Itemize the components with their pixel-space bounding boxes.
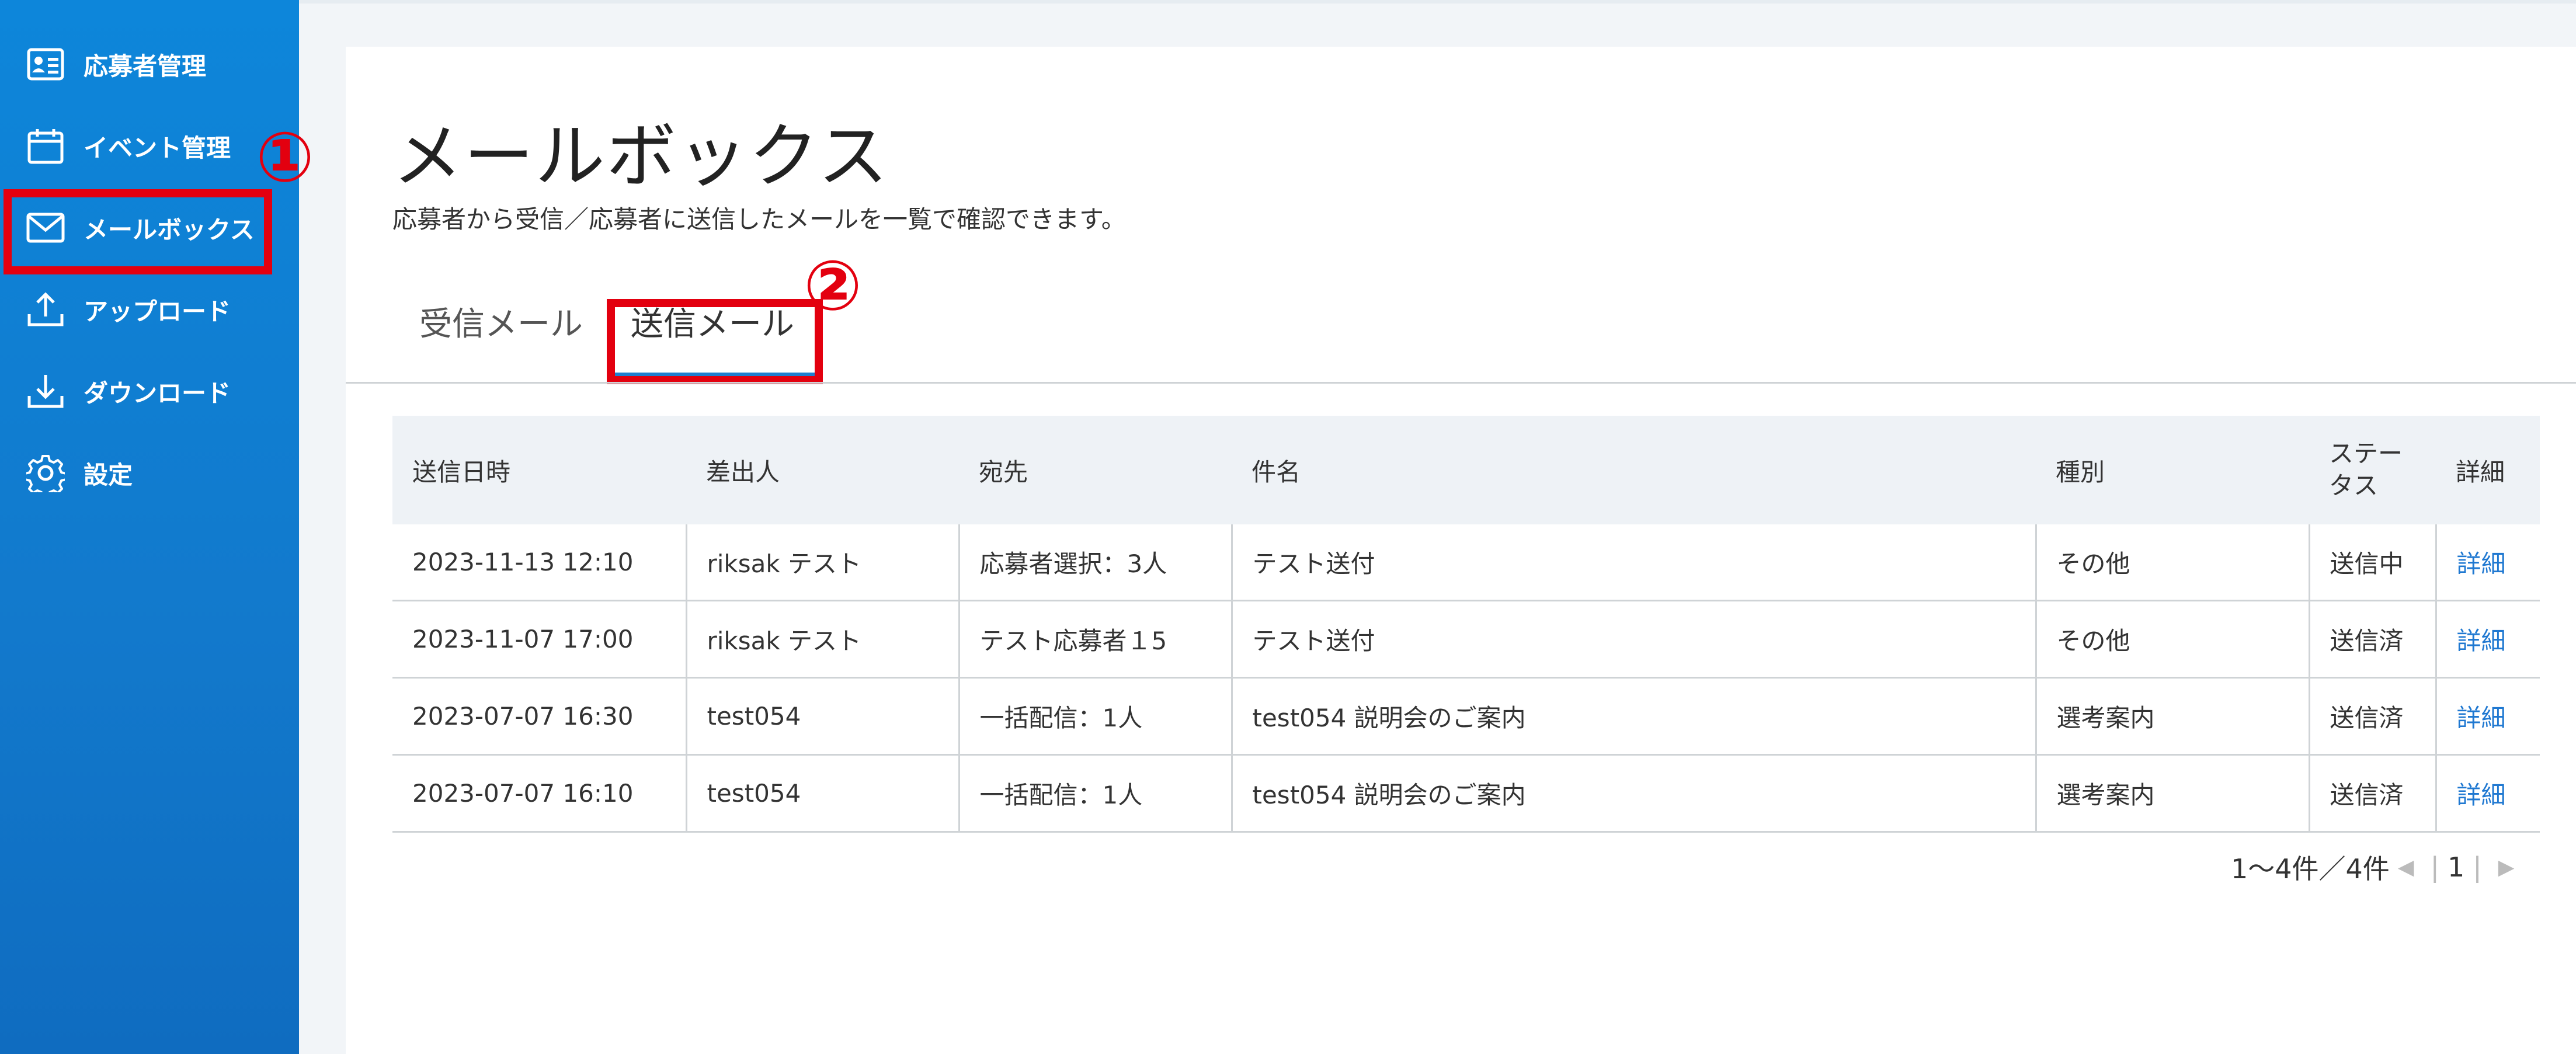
table-row[interactable]: 2023-11-13 12:10 riksak テスト 応募者選択：3人 テスト… bbox=[392, 524, 2540, 601]
cell-subject: テスト送付 bbox=[1232, 600, 2037, 679]
sidebar-item-label: アップロード bbox=[84, 297, 231, 326]
cell-subject: test054 説明会のご案内 bbox=[1232, 677, 2037, 756]
top-bar bbox=[299, 0, 2576, 4]
table-row[interactable]: 2023-11-07 17:00 riksak テスト テスト応募者１5 テスト… bbox=[392, 600, 2540, 679]
table-header-row: 送信日時 差出人 宛先 件名 種別 ステー タス 詳細 bbox=[392, 416, 2540, 524]
gear-icon bbox=[22, 450, 69, 496]
detail-link[interactable]: 詳細 bbox=[2457, 781, 2506, 809]
detail-link-cell: 詳細 bbox=[2436, 754, 2540, 833]
column-header-recipient: 宛先 bbox=[959, 416, 1232, 524]
cell-sender: riksak テスト bbox=[686, 600, 960, 679]
table-row[interactable]: 2023-07-07 16:10 test054 一括配信：1人 test054… bbox=[392, 754, 2540, 833]
sidebar-item-applicants[interactable]: 応募者管理 bbox=[0, 26, 299, 102]
cell-sent-at: 2023-11-13 12:10 bbox=[392, 524, 687, 601]
cell-type: 選考案内 bbox=[2036, 754, 2310, 833]
tabs-divider bbox=[346, 382, 2576, 384]
detail-link[interactable]: 詳細 bbox=[2457, 704, 2506, 732]
cell-type: 選考案内 bbox=[2036, 677, 2310, 756]
pagination-separator: | bbox=[2473, 851, 2482, 883]
sidebar-item-events[interactable]: イベント管理 bbox=[0, 108, 299, 184]
pagination-summary: 1～4件／4件 bbox=[2231, 853, 2390, 885]
cell-status: 送信済 bbox=[2309, 600, 2437, 679]
cell-status: 送信中 bbox=[2309, 524, 2437, 601]
sidebar-item-label: 設定 bbox=[84, 460, 133, 489]
table-row[interactable]: 2023-07-07 16:30 test054 一括配信：1人 test054… bbox=[392, 677, 2540, 756]
column-header-detail: 詳細 bbox=[2436, 416, 2540, 524]
download-icon bbox=[22, 368, 69, 415]
cell-sent-at: 2023-07-07 16:10 bbox=[392, 754, 687, 833]
cell-status: 送信済 bbox=[2309, 677, 2437, 756]
sidebar-item-settings[interactable]: 設定 bbox=[0, 435, 299, 511]
next-page-icon[interactable]: ▶ bbox=[2498, 855, 2515, 879]
column-header-type: 種別 bbox=[2036, 416, 2309, 524]
step-1-marker: ① bbox=[256, 117, 314, 197]
sidebar-item-label: ダウンロード bbox=[84, 378, 231, 408]
cell-sender: test054 bbox=[686, 677, 960, 756]
sidebar-item-label: 応募者管理 bbox=[84, 51, 207, 81]
cell-recipient: テスト応募者１5 bbox=[959, 600, 1233, 679]
sidebar-item-label: イベント管理 bbox=[84, 133, 231, 162]
page-title: メールボックス bbox=[392, 116, 889, 197]
highlight-box-sent-tab bbox=[607, 299, 823, 384]
detail-link-cell: 詳細 bbox=[2436, 600, 2540, 679]
sidebar-item-download[interactable]: ダウンロード bbox=[0, 353, 299, 429]
prev-page-icon[interactable]: ◀ bbox=[2398, 855, 2414, 879]
cell-sender: riksak テスト bbox=[686, 524, 960, 601]
sent-mail-table: 送信日時 差出人 宛先 件名 種別 ステー タス 詳細 2023-11-13 1… bbox=[392, 416, 2540, 833]
step-2-marker: ② bbox=[804, 245, 862, 326]
sidebar: 応募者管理 イベント管理 メールボックス アップロード ダウンロード 設定 bbox=[0, 0, 299, 1054]
main-panel: メールボックス 応募者から受信／応募者に送信したメールを一覧で確認できます。 受… bbox=[346, 47, 2576, 1054]
cell-recipient: 一括配信：1人 bbox=[959, 677, 1233, 756]
cell-subject: テスト送付 bbox=[1232, 524, 2037, 601]
id-card-icon bbox=[22, 41, 69, 88]
column-header-sent-at: 送信日時 bbox=[392, 416, 686, 524]
cell-sent-at: 2023-11-07 17:00 bbox=[392, 600, 687, 679]
cell-status: 送信済 bbox=[2309, 754, 2437, 833]
sidebar-item-upload[interactable]: アップロード bbox=[0, 272, 299, 347]
detail-link[interactable]: 詳細 bbox=[2457, 627, 2506, 655]
cell-sent-at: 2023-07-07 16:30 bbox=[392, 677, 687, 756]
cell-type: その他 bbox=[2036, 524, 2310, 601]
pagination: 1～4件／4件 ◀ | 1 | ▶ bbox=[2231, 848, 2522, 886]
cell-type: その他 bbox=[2036, 600, 2310, 679]
detail-link-cell: 詳細 bbox=[2436, 524, 2540, 601]
upload-icon bbox=[22, 286, 69, 333]
cell-recipient: 応募者選択：3人 bbox=[959, 524, 1233, 601]
page-description: 応募者から受信／応募者に送信したメールを一覧で確認できます。 bbox=[392, 205, 1126, 234]
page-number-current[interactable]: 1 bbox=[2448, 851, 2464, 883]
tab-received-mail[interactable]: 受信メール bbox=[419, 298, 583, 345]
detail-link-cell: 詳細 bbox=[2436, 677, 2540, 756]
detail-link[interactable]: 詳細 bbox=[2457, 549, 2506, 578]
calendar-icon bbox=[22, 123, 69, 169]
cell-sender: test054 bbox=[686, 754, 960, 833]
column-header-subject: 件名 bbox=[1232, 416, 2036, 524]
cell-recipient: 一括配信：1人 bbox=[959, 754, 1233, 833]
cell-subject: test054 説明会のご案内 bbox=[1232, 754, 2037, 833]
column-header-sender: 差出人 bbox=[686, 416, 959, 524]
pagination-separator: | bbox=[2430, 851, 2440, 883]
highlight-box-mailbox bbox=[4, 189, 272, 274]
column-header-status: ステー タス bbox=[2309, 416, 2436, 524]
